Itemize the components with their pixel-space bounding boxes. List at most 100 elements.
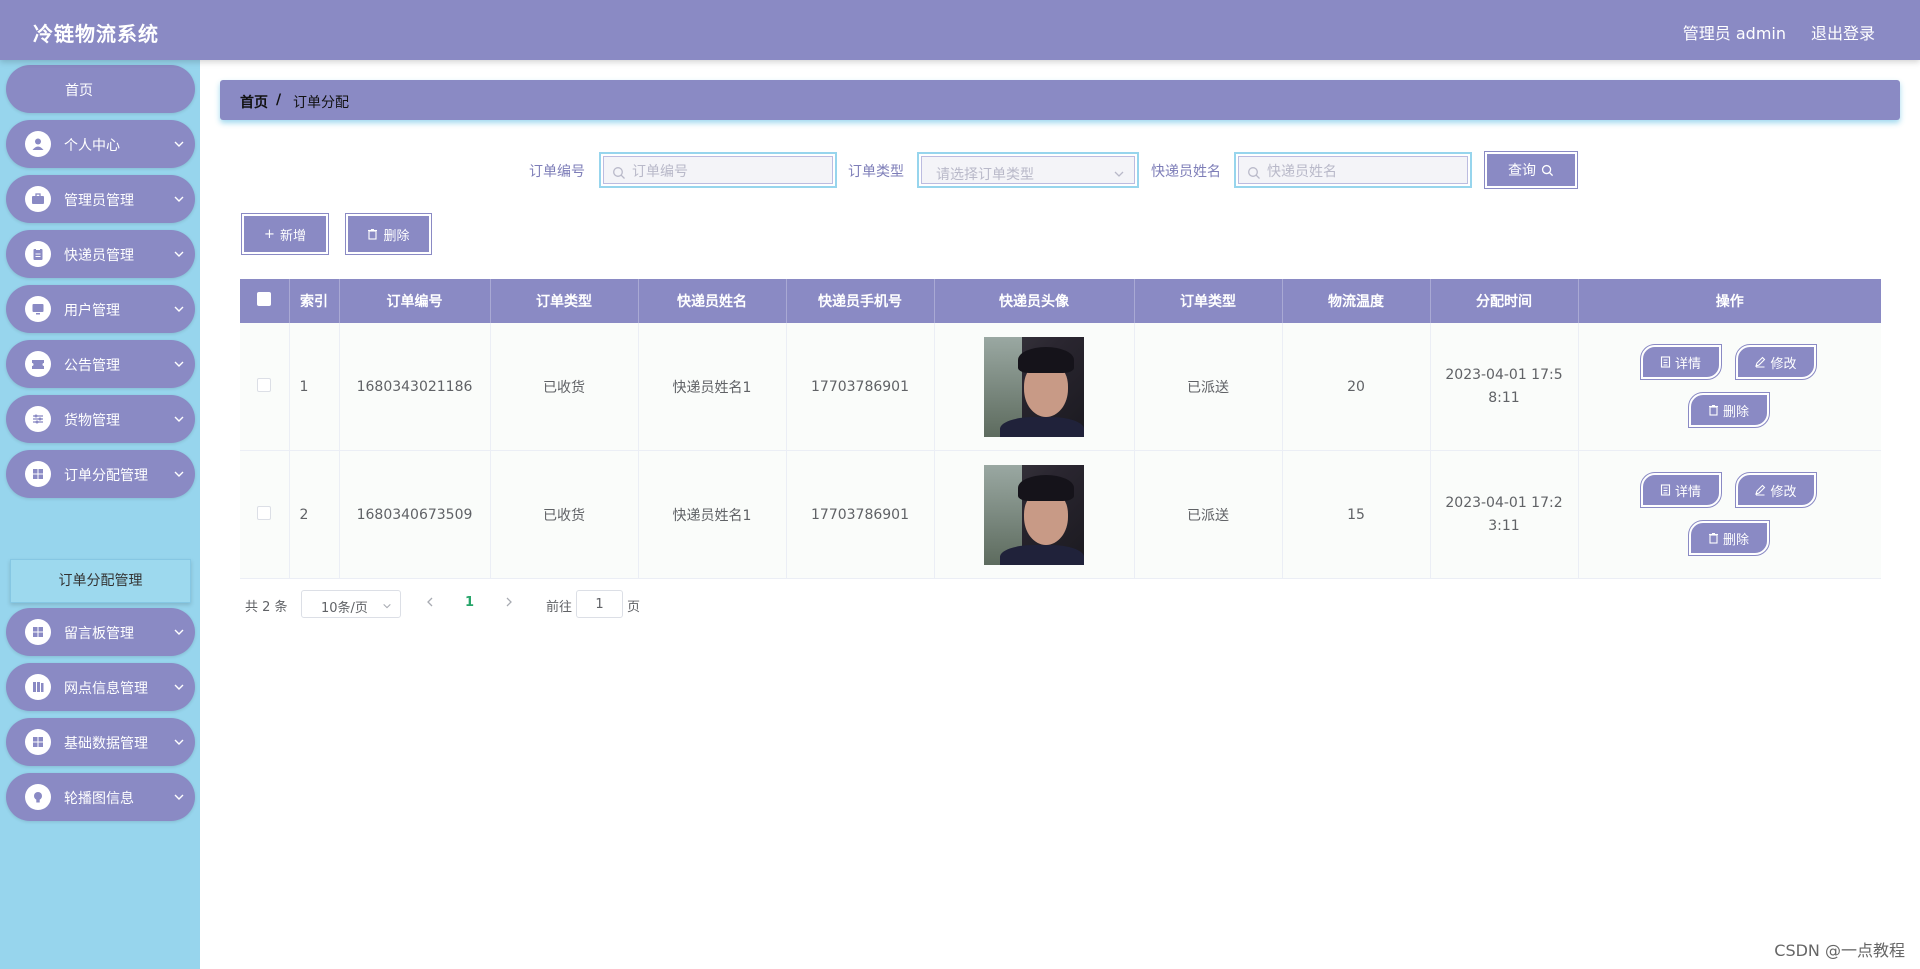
cell-time: 2023-04-01 17:23:11 xyxy=(1430,450,1579,579)
detail-button[interactable]: 详情 xyxy=(1639,344,1722,380)
cell-order-no: 1680343021186 xyxy=(339,323,491,451)
goto-label: 前往 xyxy=(546,600,573,615)
query-button-label: 查询 xyxy=(1508,163,1536,179)
sidebar-item-label: 公告管理 xyxy=(64,358,120,374)
order-type-select[interactable]: 请选择订单类型 xyxy=(917,152,1139,188)
table-row: 1 1680343021186 已收货 快递员姓名1 17703786901 已… xyxy=(240,323,1881,451)
column-header: 快递员手机号 xyxy=(786,279,935,323)
cell-courier-name: 快递员姓名1 xyxy=(638,323,787,451)
monitor-icon xyxy=(25,296,51,322)
logout-button[interactable]: 退出登录 xyxy=(1811,20,1875,44)
sidebar-item-notice[interactable]: 公告管理 xyxy=(6,340,195,388)
order-no-input[interactable] xyxy=(632,161,815,183)
cell-courier-phone: 17703786901 xyxy=(786,450,935,579)
column-header: 操作 xyxy=(1578,279,1881,323)
admin-label: 管理员 admin xyxy=(1682,24,1786,43)
grid-icon xyxy=(25,461,51,487)
order-no-field xyxy=(599,152,837,188)
select-all-cell xyxy=(240,279,290,323)
sidebar-item-carousel[interactable]: 轮播图信息 xyxy=(6,773,195,821)
column-header: 订单编号 xyxy=(339,279,491,323)
sidebar-item-users[interactable]: 用户管理 xyxy=(6,285,195,333)
order-type-label: 订单类型 xyxy=(848,164,904,180)
courier-name-field xyxy=(1234,152,1472,188)
edit-button[interactable]: 修改 xyxy=(1734,344,1817,380)
cell-index: 2 xyxy=(289,450,340,579)
top-header: 冷链物流系统 管理员 admin 退出登录 xyxy=(0,0,1920,60)
sidebar-item-profile[interactable]: 个人中心 xyxy=(6,120,195,168)
sidebar-item-label: 订单分配管理 xyxy=(64,468,148,484)
select-all-checkbox[interactable] xyxy=(257,292,272,306)
sidebar-item-home[interactable]: 首页 xyxy=(6,65,195,113)
page-number-current[interactable]: 1 xyxy=(465,595,474,610)
sidebar-item-label: 货物管理 xyxy=(64,413,120,429)
chevron-down-icon xyxy=(174,416,184,422)
delete-button[interactable]: 删除 xyxy=(1687,520,1770,556)
sidebar-item-goods[interactable]: 货物管理 xyxy=(6,395,195,443)
detail-label: 详情 xyxy=(1674,484,1701,500)
grid-icon xyxy=(25,619,51,645)
column-header: 快递员姓名 xyxy=(638,279,787,323)
search-icon xyxy=(613,167,625,179)
edit-icon xyxy=(1755,356,1766,368)
sidebar-item-order-assign[interactable]: 订单分配管理 xyxy=(6,450,195,498)
cell-courier-phone: 17703786901 xyxy=(786,323,935,451)
cell-time: 2023-04-01 17:58:11 xyxy=(1430,323,1579,451)
briefcase-icon xyxy=(25,186,51,212)
order-no-label: 订单编号 xyxy=(529,164,585,180)
sidebar-item-label: 个人中心 xyxy=(64,138,120,154)
search-icon xyxy=(1248,167,1260,179)
column-header: 物流温度 xyxy=(1282,279,1431,323)
courier-avatar xyxy=(984,464,1084,565)
table-header-row: 索引 订单编号 订单类型 快递员姓名 快递员手机号 快递员头像 订单类型 物流温… xyxy=(240,279,1881,323)
submenu-item-order-assign[interactable]: 订单分配管理 xyxy=(10,559,191,603)
delete-button[interactable]: 删除 xyxy=(1687,392,1770,428)
column-header: 快递员头像 xyxy=(934,279,1135,323)
chevron-down-icon xyxy=(174,794,184,800)
delete-label: 删除 xyxy=(1722,404,1749,420)
sidebar-item-admin[interactable]: 管理员管理 xyxy=(6,175,195,223)
row-checkbox[interactable] xyxy=(257,505,272,520)
edit-icon xyxy=(1755,484,1766,496)
chevron-left-icon[interactable] xyxy=(424,596,436,608)
courier-avatar xyxy=(984,336,1084,437)
add-button[interactable]: + 新增 xyxy=(241,213,329,255)
cell-order-type: 已收货 xyxy=(490,450,639,579)
cell-status: 已派送 xyxy=(1134,323,1283,451)
cell-order-type: 已收货 xyxy=(490,323,639,451)
row-checkbox[interactable] xyxy=(257,377,272,392)
sidebar-item-outlets[interactable]: 网点信息管理 xyxy=(6,663,195,711)
batch-delete-button[interactable]: 删除 xyxy=(345,213,432,255)
book-icon xyxy=(25,674,51,700)
chevron-down-icon xyxy=(174,629,184,635)
query-button[interactable]: 查询 xyxy=(1484,151,1578,189)
sidebar-item-label: 基础数据管理 xyxy=(64,736,148,752)
chevron-down-icon xyxy=(174,684,184,690)
column-header: 索引 xyxy=(289,279,340,323)
page-size-select[interactable]: 10条/页 xyxy=(301,590,401,618)
courier-name-label: 快递员姓名 xyxy=(1151,164,1221,180)
breadcrumb-home[interactable]: 首页 xyxy=(240,92,268,112)
edit-button[interactable]: 修改 xyxy=(1734,472,1817,508)
chevron-down-icon xyxy=(174,251,184,257)
add-button-label: 新增 xyxy=(279,228,306,244)
sidebar-item-basic-data[interactable]: 基础数据管理 xyxy=(6,718,195,766)
chevron-down-icon xyxy=(174,141,184,147)
sidebar-item-label: 管理员管理 xyxy=(64,193,134,209)
sidebar-item-courier[interactable]: 快递员管理 xyxy=(6,230,195,278)
breadcrumb-current: 订单分配 xyxy=(293,95,349,111)
bulb-icon xyxy=(25,784,51,810)
table-row: 2 1680340673509 已收货 快递员姓名1 17703786901 已… xyxy=(240,450,1881,579)
detail-button[interactable]: 详情 xyxy=(1639,472,1722,508)
courier-name-input[interactable] xyxy=(1267,161,1450,183)
sidebar-item-messages[interactable]: 留言板管理 xyxy=(6,608,195,656)
chevron-right-icon[interactable] xyxy=(503,596,515,608)
pagination-total: 共 2 条 xyxy=(245,600,288,615)
column-header: 订单类型 xyxy=(1134,279,1283,323)
page-suffix: 页 xyxy=(627,600,641,615)
cell-status: 已派送 xyxy=(1134,450,1283,579)
breadcrumb: 首页 / 订单分配 xyxy=(220,80,1900,120)
cell-avatar xyxy=(934,450,1135,579)
cell-index: 1 xyxy=(289,323,340,451)
goto-page-input[interactable] xyxy=(576,590,623,618)
